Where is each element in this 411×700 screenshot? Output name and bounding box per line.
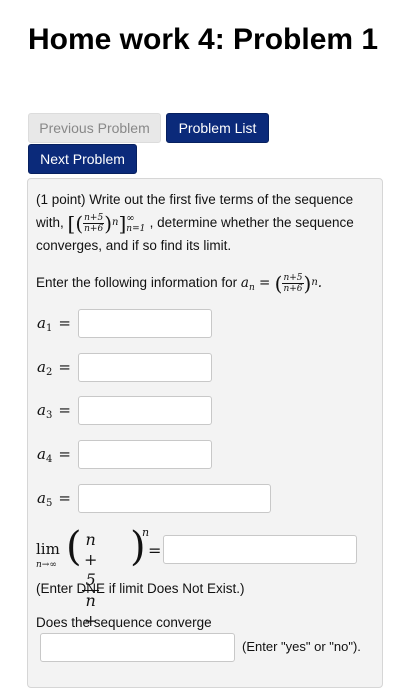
limit-input[interactable] [163,535,357,564]
term-a2-input[interactable] [78,353,212,382]
next-problem-button[interactable]: Next Problem [28,144,137,174]
an-exponent: n [311,277,318,288]
an-expression: an = (n+5 n+6)n. [240,271,323,296]
term-a5-input[interactable] [78,484,271,513]
dne-note: (Enter DNE if limit Does Not Exist.) [36,581,245,596]
an-fraction-denominator: n+6 [283,284,303,294]
converge-input[interactable] [40,633,235,662]
an-equals: = [259,275,271,291]
an-fraction: n+5 n+6 [282,273,304,294]
problem-list-button[interactable]: Problem List [166,113,269,143]
problem-intro-line-3: converges, and if so find its limit. [36,238,232,253]
term-label-a4: a4 = [37,445,71,465]
problem-intro-line-2: with, [(n+5 n+6)n] ∞ n=1 , determine whethe… [36,212,354,235]
limit-left-paren: ( [66,524,82,570]
an-symbol: a [240,275,249,291]
previous-problem-button[interactable]: Previous Problem [28,113,161,143]
problem-intro-line-1: (1 point) Write out the first five terms… [36,192,354,207]
limit-equals: = [148,541,162,560]
sequence-expression: [(n+5 n+6)n] ∞ n=1 [67,211,146,236]
converge-question: Does the sequence converge [36,615,212,630]
limit-subscript: n→∞ [36,560,57,570]
limit-exponent: n [142,526,150,539]
enter-info-line: Enter the following information for an =… [36,272,322,299]
intro-determine-text: , determine whether the sequence [149,215,354,230]
an-fraction-numerator: n+5 [282,273,304,284]
term-a4-input[interactable] [78,440,212,469]
limit-word: lim [36,540,60,558]
intro-with-text: with, [36,215,64,230]
sequence-fraction: n+5 n+6 [83,213,105,234]
page-title: Home work 4: Problem 1 [28,23,379,56]
sequence-fraction-numerator: n+5 [83,213,105,224]
enter-info-text: Enter the following information for [36,275,238,290]
sequence-lower-bound: n=1 [126,223,146,234]
sequence-upper-bound: ∞ [126,212,135,224]
term-label-a5: a5 = [37,489,71,509]
term-label-a2: a2 = [37,358,71,378]
term-label-a1: a1 = [37,314,71,334]
term-label-a3: a3 = [37,401,71,421]
sequence-fraction-denominator: n+6 [84,224,104,234]
converge-hint: (Enter "yes" or "no"). [242,639,361,654]
term-a1-input[interactable] [78,309,212,338]
term-a3-input[interactable] [78,396,212,425]
an-subscript: n [248,283,255,293]
